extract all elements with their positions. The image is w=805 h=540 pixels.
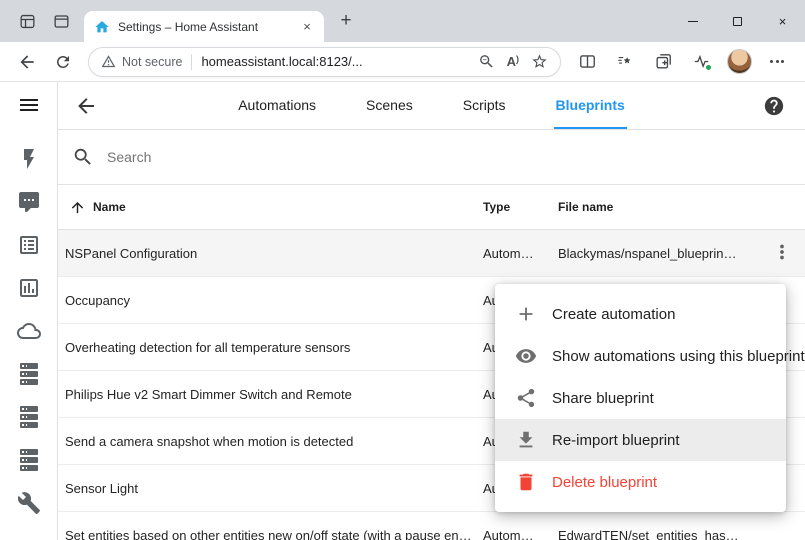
menu-item-label: Create automation: [552, 306, 675, 323]
row-file: Blackymas/nspanel_blueprin…: [550, 246, 760, 261]
zoom-out-icon[interactable]: [478, 53, 495, 70]
eye-icon: [515, 345, 537, 367]
sort-arrow-up-icon: [69, 199, 86, 216]
download-icon: [515, 429, 537, 451]
history-icon[interactable]: [17, 276, 41, 300]
delete-icon: [515, 471, 537, 493]
developer-tools-icon[interactable]: [17, 491, 41, 515]
menu-item-label: Re-import blueprint: [552, 432, 680, 449]
row-type: Autom…: [475, 528, 550, 540]
energy-icon[interactable]: [17, 147, 41, 171]
row-type: Autom…: [475, 246, 550, 261]
row-name: Philips Hue v2 Smart Dimmer Switch and R…: [58, 371, 475, 418]
ha-back-icon[interactable]: [74, 94, 98, 118]
read-aloud-icon[interactable]: A): [507, 54, 519, 69]
row-name: Occupancy: [58, 277, 475, 324]
search-icon: [72, 146, 94, 168]
row-name: Set entities based on other entities new…: [58, 512, 475, 540]
menu-item-show-automations[interactable]: Show automations using this blueprint: [495, 335, 786, 377]
column-header-file[interactable]: File name: [550, 200, 760, 214]
search-bar: [58, 130, 805, 185]
search-input[interactable]: [107, 149, 805, 165]
help-icon[interactable]: [763, 95, 785, 117]
tab-close-icon[interactable]: ×: [298, 18, 316, 36]
plus-icon: [515, 303, 537, 325]
tab-actions-icon[interactable]: [44, 6, 78, 36]
essentials-status-dot: [705, 64, 712, 71]
avatar: [727, 49, 752, 74]
browser-window: Settings – Home Assistant × + × Not secu…: [0, 0, 805, 540]
column-header-type[interactable]: Type: [475, 200, 550, 214]
table-row[interactable]: Set entities based on other entities new…: [58, 512, 805, 540]
security-status[interactable]: Not secure: [101, 54, 182, 69]
blueprint-context-menu: Create automation Show automations using…: [495, 284, 786, 512]
browser-toolbar: Not secure homeassistant.local:8123/... …: [0, 42, 805, 82]
logbook-icon[interactable]: [17, 233, 41, 257]
row-name: NSPanel Configuration: [58, 230, 475, 277]
home-assistant-favicon: [94, 19, 110, 35]
tab-blueprints[interactable]: Blueprints: [554, 82, 627, 129]
table-row[interactable]: NSPanel Configuration Autom… Blackymas/n…: [58, 230, 805, 277]
share-icon: [515, 387, 537, 409]
window-controls: ×: [670, 0, 805, 42]
menu-item-delete-blueprint[interactable]: Delete blueprint: [495, 461, 786, 503]
tab-automations[interactable]: Automations: [236, 82, 318, 129]
address-bar[interactable]: Not secure homeassistant.local:8123/... …: [88, 47, 561, 77]
row-name: Sensor Light: [58, 465, 475, 512]
back-icon[interactable]: [10, 46, 44, 78]
close-button[interactable]: ×: [760, 0, 805, 42]
minimize-button[interactable]: [670, 0, 715, 42]
tab-scripts[interactable]: Scripts: [461, 82, 508, 129]
maximize-button[interactable]: [715, 0, 760, 42]
address-divider: [191, 54, 192, 70]
table-header: Name Type File name: [58, 185, 805, 230]
ha-sidebar: [0, 82, 58, 540]
new-tab-button[interactable]: +: [332, 7, 360, 35]
split-screen-icon[interactable]: [569, 46, 605, 78]
menu-item-share-blueprint[interactable]: Share blueprint: [495, 377, 786, 419]
menu-item-label: Share blueprint: [552, 390, 654, 407]
voice-assistant-icon[interactable]: [17, 190, 41, 214]
settings-menu-icon[interactable]: [759, 46, 795, 78]
url-text[interactable]: homeassistant.local:8123/...: [201, 54, 362, 69]
browser-titlebar: Settings – Home Assistant × + ×: [0, 0, 805, 42]
tab-title: Settings – Home Assistant: [118, 20, 290, 34]
warning-icon: [101, 54, 116, 69]
menu-item-create-automation[interactable]: Create automation: [495, 293, 786, 335]
row-name: Overheating detection for all temperatur…: [58, 324, 475, 371]
menu-item-reimport-blueprint[interactable]: Re-import blueprint: [495, 419, 786, 461]
address-actions: A): [478, 53, 548, 70]
ha-tab-bar: Automations Scenes Scripts Blueprints: [58, 82, 805, 129]
column-header-name[interactable]: Name: [58, 199, 475, 216]
cloud-icon[interactable]: [17, 319, 41, 343]
favorites-icon[interactable]: [607, 46, 643, 78]
server-icon-3[interactable]: [17, 448, 41, 472]
collections-icon[interactable]: [645, 46, 681, 78]
refresh-icon[interactable]: [46, 46, 80, 78]
row-name: Send a camera snapshot when motion is de…: [58, 418, 475, 465]
browser-tab[interactable]: Settings – Home Assistant ×: [84, 11, 324, 42]
server-icon-1[interactable]: [17, 362, 41, 386]
profile-button[interactable]: [721, 46, 757, 78]
tab-scenes[interactable]: Scenes: [364, 82, 415, 129]
row-overflow-menu-icon[interactable]: [771, 241, 795, 265]
row-file: EdwardTEN/set_entities_has…: [550, 528, 760, 540]
ha-header: Automations Scenes Scripts Blueprints: [58, 82, 805, 130]
workspaces-icon[interactable]: [10, 6, 44, 36]
security-label: Not secure: [122, 55, 182, 69]
menu-icon[interactable]: [17, 93, 41, 117]
favorite-star-icon[interactable]: [531, 53, 548, 70]
browser-essentials-icon[interactable]: [683, 46, 719, 78]
menu-item-label: Delete blueprint: [552, 474, 657, 491]
menu-item-label: Show automations using this blueprint: [552, 348, 805, 365]
server-icon-2[interactable]: [17, 405, 41, 429]
